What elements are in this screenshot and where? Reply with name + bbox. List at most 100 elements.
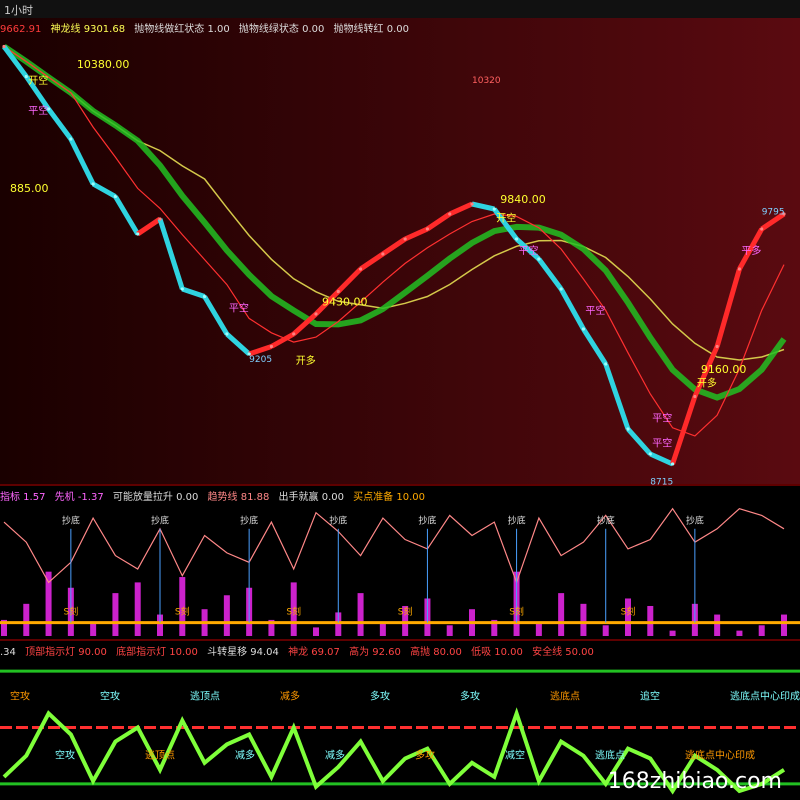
bottom-label: 抄底: [418, 514, 436, 526]
price-point: [492, 207, 496, 211]
indicator-bar: [23, 603, 30, 636]
panel1-legend: 9662.91 神龙线 9301.68 抛物线做红状态 1.00 抛物线绿状态 …: [0, 20, 800, 34]
signal-label: 开空: [496, 212, 516, 225]
indicator-bar: [223, 595, 230, 636]
price-label: 9795: [762, 207, 785, 217]
price-point: [292, 332, 296, 336]
price-label: 10320: [472, 76, 501, 86]
panel1-legend-3: 抛物线绿状态 0.00: [238, 24, 325, 34]
price-point: [715, 344, 719, 349]
osc-label: 逃顶点: [190, 689, 220, 702]
price-point: [180, 287, 184, 291]
indicator-bar: [758, 625, 765, 636]
panel1-background: [0, 18, 800, 484]
signal-label: 开空: [28, 74, 48, 87]
bottom-label: 抄底: [240, 514, 258, 526]
price-point: [113, 194, 118, 199]
panel1-legend-0: 9662.91: [0, 24, 42, 34]
price-point: [136, 232, 140, 236]
bottom-label: 抄底: [329, 514, 347, 526]
osc-label: 逃底点: [550, 689, 580, 702]
indicator-bar: [558, 593, 565, 636]
indicator-bar: [714, 614, 721, 636]
osc-label: 多攻: [370, 689, 390, 702]
trend-line: [3, 507, 785, 585]
panel3-legend: .34 顶部指示灯 90.00 底部指示灯 10.00 斗转星移 94.04 神…: [0, 643, 800, 657]
osc-label: 逃顶点: [145, 749, 175, 762]
panel3-legend-7: 低吸 10.00: [471, 647, 523, 657]
indicator-bar: [379, 623, 386, 636]
signal-label: 平空: [652, 437, 672, 450]
price-point: [737, 267, 742, 271]
zone-label: S刻: [509, 606, 524, 618]
panel3-legend-1: 顶部指示灯 90.00: [25, 647, 107, 657]
panel2-legend-3: 趋势线 81.88: [207, 492, 270, 502]
indicator-bar: [357, 593, 364, 636]
indicator-bar: [134, 582, 141, 636]
bottom-label: 抄底: [151, 514, 169, 526]
price-point: [626, 427, 630, 431]
zone-label: S刻: [398, 606, 413, 618]
bottom-label: 抄底: [686, 514, 704, 526]
osc-label: 追空: [640, 689, 660, 702]
zone-label: S刻: [621, 606, 636, 618]
indicator-bar: [313, 627, 319, 636]
price-point: [581, 327, 586, 331]
indicator-bar: [90, 623, 97, 636]
osc-label: 逃底点中心印成: [685, 749, 755, 762]
panel2-legend-2: 可能放量拉升 0.00: [112, 492, 199, 502]
price-point: [514, 237, 519, 241]
bottom-label: 抄底: [597, 514, 615, 526]
price-point: [559, 287, 563, 291]
price-point: [760, 227, 764, 231]
panel3-legend-4: 神龙 69.07: [288, 647, 340, 657]
osc-label: 减多: [325, 749, 345, 762]
signal-label: 平空: [28, 104, 48, 117]
bottom-label: 抄底: [62, 514, 80, 526]
zone-label: S刻: [175, 606, 190, 618]
osc-label: 逃底点中心印成: [730, 689, 800, 702]
price-label: 9430.00: [322, 296, 368, 309]
panel3-legend-6: 高抛 80.00: [410, 647, 462, 657]
osc-label: 多攻: [415, 749, 435, 762]
price-label: 9840.00: [500, 193, 546, 206]
price-point: [425, 227, 430, 231]
indicator-bar: [669, 630, 676, 636]
price-point: [648, 452, 652, 456]
price-point: [2, 44, 6, 49]
osc-label: 减多: [280, 689, 300, 702]
price-point: [381, 252, 385, 256]
osc-label: 逃底点: [595, 749, 625, 762]
panel2-legend: 指标 1.57 先机 -1.37 可能放量拉升 0.00 趋势线 81.88 出…: [0, 488, 800, 502]
panel3-legend-3: 斗转星移 94.04: [207, 647, 279, 657]
indicator-bar: [736, 630, 743, 636]
indicator-bar: [580, 603, 587, 636]
panel3-legend-2: 底部指示灯 10.00: [116, 647, 198, 657]
osc-label: 减多: [235, 749, 255, 762]
indicator-bar: [535, 623, 542, 636]
signal-label: 开多: [296, 354, 316, 367]
indicator-bar: [781, 614, 787, 636]
price-point: [202, 294, 207, 299]
panel1-legend-2: 抛物线做红状态 1.00: [134, 24, 230, 34]
panel3-legend-5: 高为 92.60: [349, 647, 401, 657]
zone-label: S刻: [286, 606, 301, 618]
signal-label: 平空: [652, 412, 672, 425]
price-point: [670, 462, 675, 466]
price-point: [314, 312, 318, 316]
panel3-legend-0: .34: [0, 647, 16, 657]
osc-label: 空攻: [55, 749, 75, 762]
bottom-label: 抄底: [508, 514, 526, 526]
osc-label: 减空: [505, 749, 525, 762]
price-point: [358, 267, 363, 271]
price-point: [269, 344, 274, 349]
price-point: [403, 237, 407, 241]
chart-canvas: 10380.00 885.00 10320 9840.00 9795 9205 9430.0…: [0, 18, 800, 795]
price-point: [470, 202, 474, 206]
watermark-text: 168zhibiao.com: [607, 769, 782, 794]
panel2-legend-1: 先机 -1.37: [54, 492, 104, 502]
price-point: [225, 332, 229, 336]
price-point: [604, 362, 608, 366]
indicator-bar: [647, 605, 654, 636]
price-label: 9205: [249, 355, 272, 365]
